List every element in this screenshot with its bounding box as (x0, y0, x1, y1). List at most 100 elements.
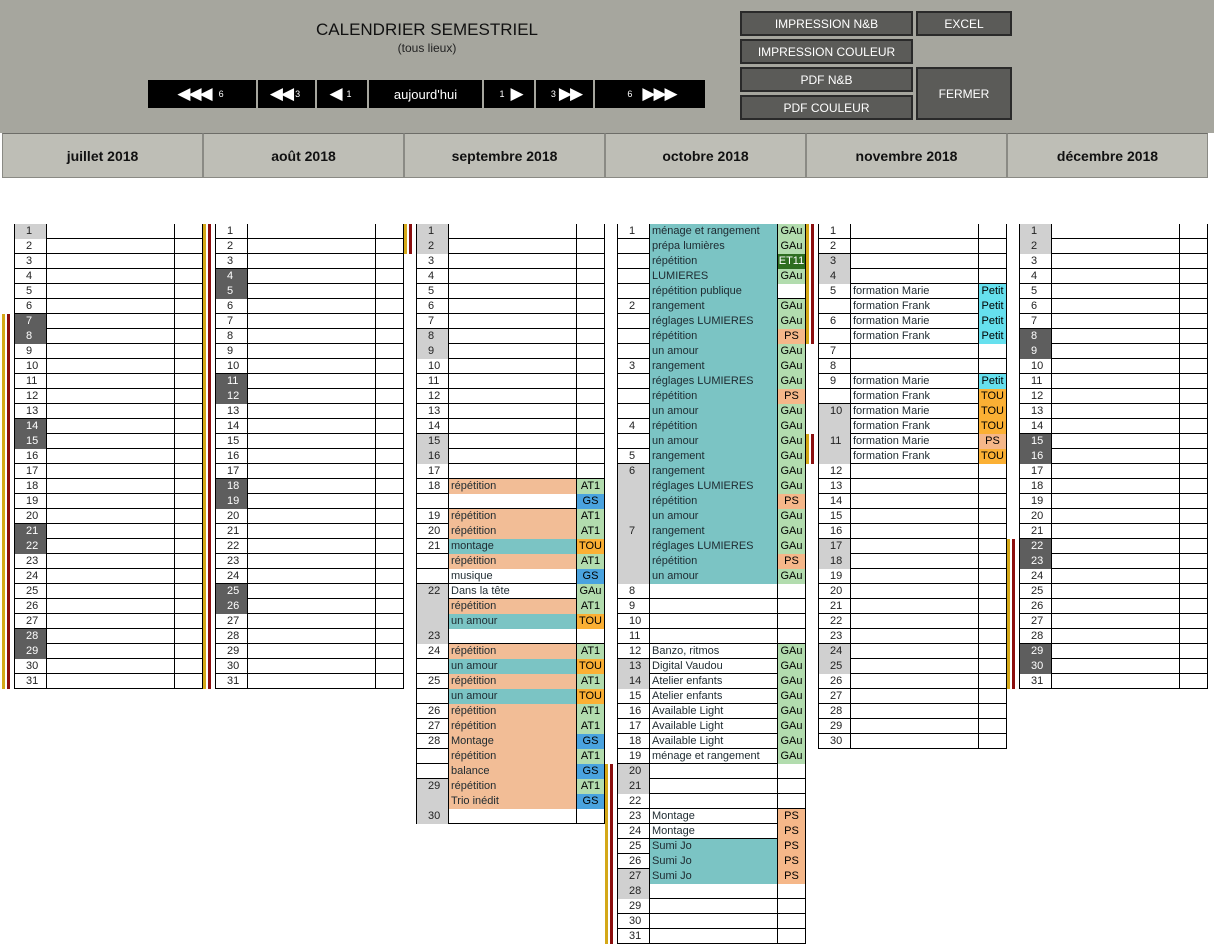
event-label[interactable]: rangement (649, 449, 777, 464)
event-label[interactable] (46, 479, 174, 494)
calendar-row[interactable]: musique GS (416, 569, 605, 584)
calendar-row[interactable]: 19 ménage et rangement GAu (617, 749, 806, 764)
event-label[interactable] (46, 329, 174, 344)
calendar-row[interactable]: 12 (416, 389, 605, 404)
event-label[interactable]: Montage (649, 824, 777, 839)
calendar-row[interactable]: 30 (818, 734, 1007, 749)
calendar-row[interactable]: 24 (203, 569, 404, 584)
calendar-row[interactable]: un amour GAu (617, 509, 806, 524)
event-label[interactable] (448, 224, 576, 239)
calendar-row[interactable]: 11 (416, 374, 605, 389)
calendar-row[interactable]: 14 (203, 419, 404, 434)
calendar-row[interactable]: 18 (2, 479, 203, 494)
calendar-row[interactable]: 19 (818, 569, 1007, 584)
event-label[interactable] (649, 929, 777, 944)
event-label[interactable] (1051, 479, 1179, 494)
event-label[interactable] (448, 359, 576, 374)
event-label[interactable] (46, 284, 174, 299)
calendar-row[interactable]: 25 (203, 584, 404, 599)
calendar-row[interactable]: 8 (203, 329, 404, 344)
calendar-row[interactable]: 10 (2, 359, 203, 374)
event-label[interactable] (1051, 314, 1179, 329)
event-label[interactable]: répétition (448, 779, 576, 794)
event-label[interactable] (850, 359, 978, 374)
event-label[interactable] (1051, 464, 1179, 479)
calendar-row[interactable]: 19 (203, 494, 404, 509)
event-label[interactable]: répétition publique (649, 284, 777, 299)
calendar-row[interactable]: 6 (416, 299, 605, 314)
event-label[interactable] (46, 584, 174, 599)
event-label[interactable]: Atelier enfants (649, 674, 777, 689)
event-label[interactable]: répétition (649, 554, 777, 569)
event-label[interactable]: réglages LUMIERES (649, 539, 777, 554)
calendar-row[interactable]: 5 (1019, 284, 1208, 299)
calendar-row[interactable]: 10 formation Marie TOU (818, 404, 1007, 419)
calendar-row[interactable]: 8 (1019, 329, 1208, 344)
event-label[interactable] (46, 359, 174, 374)
event-label[interactable] (649, 794, 777, 809)
event-label[interactable]: un amour (649, 404, 777, 419)
calendar-row[interactable]: 15 (2, 434, 203, 449)
event-label[interactable] (1051, 344, 1179, 359)
event-label[interactable]: répétition (448, 719, 576, 734)
calendar-row[interactable]: 9 (617, 599, 806, 614)
event-label[interactable] (247, 374, 375, 389)
event-label[interactable] (850, 614, 978, 629)
event-label[interactable] (448, 494, 576, 509)
event-label[interactable]: LUMIERES (649, 269, 777, 284)
calendar-row[interactable]: 11 (203, 374, 404, 389)
calendar-row[interactable]: 4 (806, 269, 1007, 284)
calendar-row[interactable]: 8 (617, 584, 806, 599)
calendar-row[interactable]: un amour GAu (617, 569, 806, 584)
calendar-row[interactable]: 2 (1019, 239, 1208, 254)
calendar-row[interactable]: balance GS (416, 764, 605, 779)
event-label[interactable] (247, 329, 375, 344)
event-label[interactable]: un amour (448, 659, 576, 674)
event-label[interactable] (850, 224, 978, 239)
excel-button[interactable]: EXCEL (916, 11, 1012, 36)
event-label[interactable]: Atelier enfants (649, 689, 777, 704)
calendar-row[interactable]: 19 (2, 494, 203, 509)
event-label[interactable] (46, 629, 174, 644)
calendar-row[interactable]: 17 (203, 464, 404, 479)
event-label[interactable] (247, 524, 375, 539)
event-label[interactable] (247, 674, 375, 689)
calendar-row[interactable]: 6 (14, 299, 203, 314)
calendar-row[interactable]: 27 répétition AT1 (416, 719, 605, 734)
event-label[interactable] (46, 404, 174, 419)
calendar-row[interactable]: 21 (2, 524, 203, 539)
event-label[interactable] (46, 524, 174, 539)
calendar-row[interactable]: 24 Montage PS (605, 824, 806, 839)
event-label[interactable] (46, 449, 174, 464)
calendar-row[interactable]: 9 (2, 344, 203, 359)
event-label[interactable] (247, 299, 375, 314)
event-label[interactable] (46, 224, 174, 239)
calendar-row[interactable]: 17 (818, 539, 1007, 554)
event-label[interactable]: rangement (649, 524, 777, 539)
calendar-row[interactable]: 31 (605, 929, 806, 944)
calendar-row[interactable]: 22 (818, 614, 1007, 629)
calendar-row[interactable]: 25 (2, 584, 203, 599)
event-label[interactable] (850, 659, 978, 674)
event-label[interactable]: répétition (448, 644, 576, 659)
calendar-row[interactable]: 22 Dans la tête GAu (416, 584, 605, 599)
event-label[interactable] (850, 689, 978, 704)
calendar-row[interactable]: 7 (818, 344, 1007, 359)
calendar-row[interactable]: 26 (2, 599, 203, 614)
calendar-row[interactable]: 5 (416, 284, 605, 299)
calendar-row[interactable]: 21 montage TOU (416, 539, 605, 554)
calendar-row[interactable]: 11 (617, 629, 806, 644)
calendar-row[interactable]: réglages LUMIERES GAu (617, 479, 806, 494)
calendar-row[interactable]: 6 rangement GAu (617, 464, 806, 479)
calendar-row[interactable]: 7 (1019, 314, 1208, 329)
event-label[interactable] (850, 509, 978, 524)
event-label[interactable] (649, 899, 777, 914)
calendar-row[interactable]: répétition AT1 (416, 749, 605, 764)
event-label[interactable] (649, 584, 777, 599)
event-label[interactable] (247, 539, 375, 554)
print-bw-button[interactable]: IMPRESSION N&B (740, 11, 913, 36)
calendar-row[interactable]: 1 (404, 224, 605, 239)
event-label[interactable] (1051, 584, 1179, 599)
calendar-row[interactable]: LUMIERES GAu (617, 269, 806, 284)
calendar-row[interactable]: 12 (2, 389, 203, 404)
